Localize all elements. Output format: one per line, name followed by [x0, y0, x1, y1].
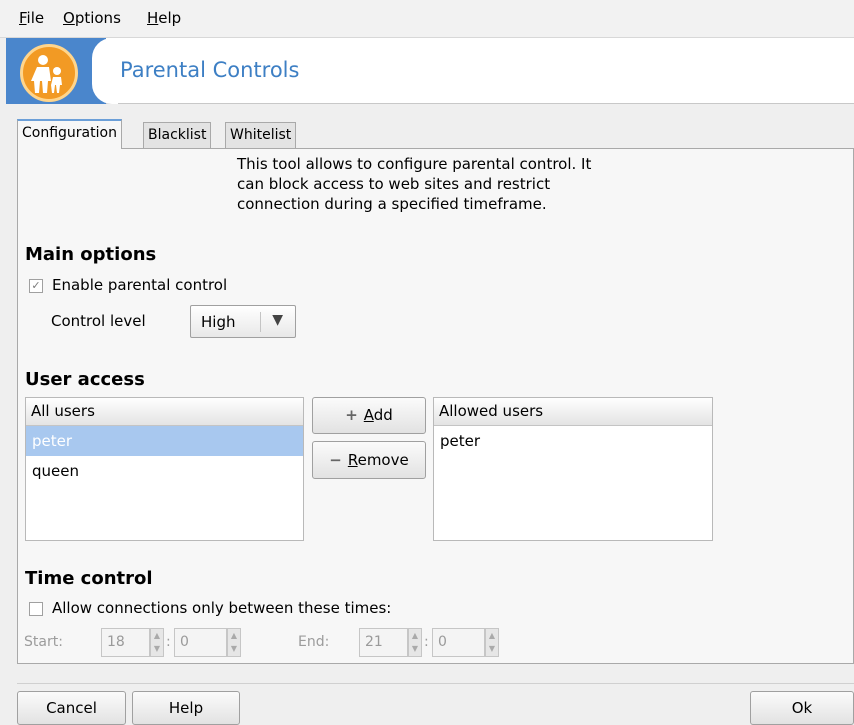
list-item[interactable]: peter	[434, 426, 712, 456]
allow-connections-label: Allow connections only between these tim…	[52, 599, 392, 617]
control-level-value: High	[201, 313, 236, 331]
start-minute-stepper-icon[interactable]: ▲ ▼	[227, 628, 241, 657]
add-accel: A	[363, 406, 374, 424]
menu-options-accel: O	[63, 9, 75, 27]
cancel-button[interactable]: Cancel	[17, 691, 126, 725]
combo-arrow-icon: ▼	[272, 312, 283, 328]
start-colon: :	[166, 634, 171, 650]
menu-help-label: elp	[158, 9, 182, 27]
start-hour-spinbox[interactable]: 18	[101, 628, 150, 657]
menu-options-label: ptions	[74, 9, 121, 27]
user-access-heading: User access	[25, 369, 145, 390]
allow-connections-checkbox[interactable]	[29, 602, 43, 616]
end-minute-stepper-icon[interactable]: ▲ ▼	[485, 628, 499, 657]
remove-accel: R	[347, 451, 358, 469]
allowed-users-header[interactable]: Allowed users	[434, 398, 712, 426]
minus-icon: −	[329, 451, 342, 469]
allowed-users-list[interactable]: Allowed users peter	[433, 397, 713, 541]
tab-whitelist[interactable]: Whitelist	[225, 122, 297, 149]
menu-help[interactable]: Help	[147, 9, 181, 27]
end-hour-spinbox[interactable]: 21	[359, 628, 408, 657]
family-icon	[20, 44, 78, 102]
description: This tool allows to configure parental c…	[237, 154, 667, 214]
end-hour-stepper-icon[interactable]: ▲ ▼	[408, 628, 422, 657]
all-users-list[interactable]: All users peter queen	[25, 397, 304, 541]
time-control-heading: Time control	[25, 568, 153, 589]
page-title: Parental Controls	[120, 58, 300, 82]
all-users-header[interactable]: All users	[26, 398, 303, 426]
remove-label: emove	[357, 451, 409, 469]
tab-configuration[interactable]: Configuration	[17, 119, 122, 149]
combo-separator	[260, 312, 261, 332]
app-banner: Parental Controls	[6, 38, 854, 104]
description-line-1: This tool allows to configure parental c…	[237, 155, 592, 173]
menu-file-label: ile	[26, 9, 45, 27]
end-colon: :	[424, 634, 429, 650]
add-button[interactable]: + Add	[312, 397, 426, 434]
footer-divider	[17, 683, 854, 684]
start-minute-spinbox[interactable]: 0	[174, 628, 227, 657]
description-line-2: can block access to web sites and restri…	[237, 175, 551, 193]
main-options-heading: Main options	[25, 244, 157, 265]
menu-options[interactable]: Options	[63, 9, 121, 27]
banner-wedge	[92, 38, 118, 104]
plus-icon: +	[345, 406, 358, 424]
ok-button[interactable]: Ok	[750, 691, 854, 725]
control-level-label: Control level	[51, 312, 146, 330]
end-label: End:	[298, 634, 330, 650]
description-line-3: connection during a specified timeframe.	[237, 195, 547, 213]
menu-help-accel: H	[147, 9, 159, 27]
list-item[interactable]: queen	[26, 456, 303, 486]
remove-button[interactable]: − Remove	[312, 441, 426, 479]
enable-parental-control-checkbox[interactable]: ✓	[29, 279, 43, 293]
start-hour-stepper-icon[interactable]: ▲ ▼	[150, 628, 164, 657]
enable-parental-control-label: Enable parental control	[52, 276, 228, 294]
menu-file-accel: F	[19, 9, 27, 27]
menu-file[interactable]: File	[19, 9, 44, 27]
control-level-select[interactable]: High ▼	[190, 305, 296, 338]
end-minute-spinbox[interactable]: 0	[432, 628, 485, 657]
menu-bar: File Options Help	[0, 0, 854, 38]
start-label: Start:	[24, 634, 63, 650]
tab-blacklist[interactable]: Blacklist	[143, 122, 212, 149]
add-label: dd	[373, 406, 393, 424]
list-item[interactable]: peter	[26, 426, 303, 456]
help-button[interactable]: Help	[132, 691, 240, 725]
